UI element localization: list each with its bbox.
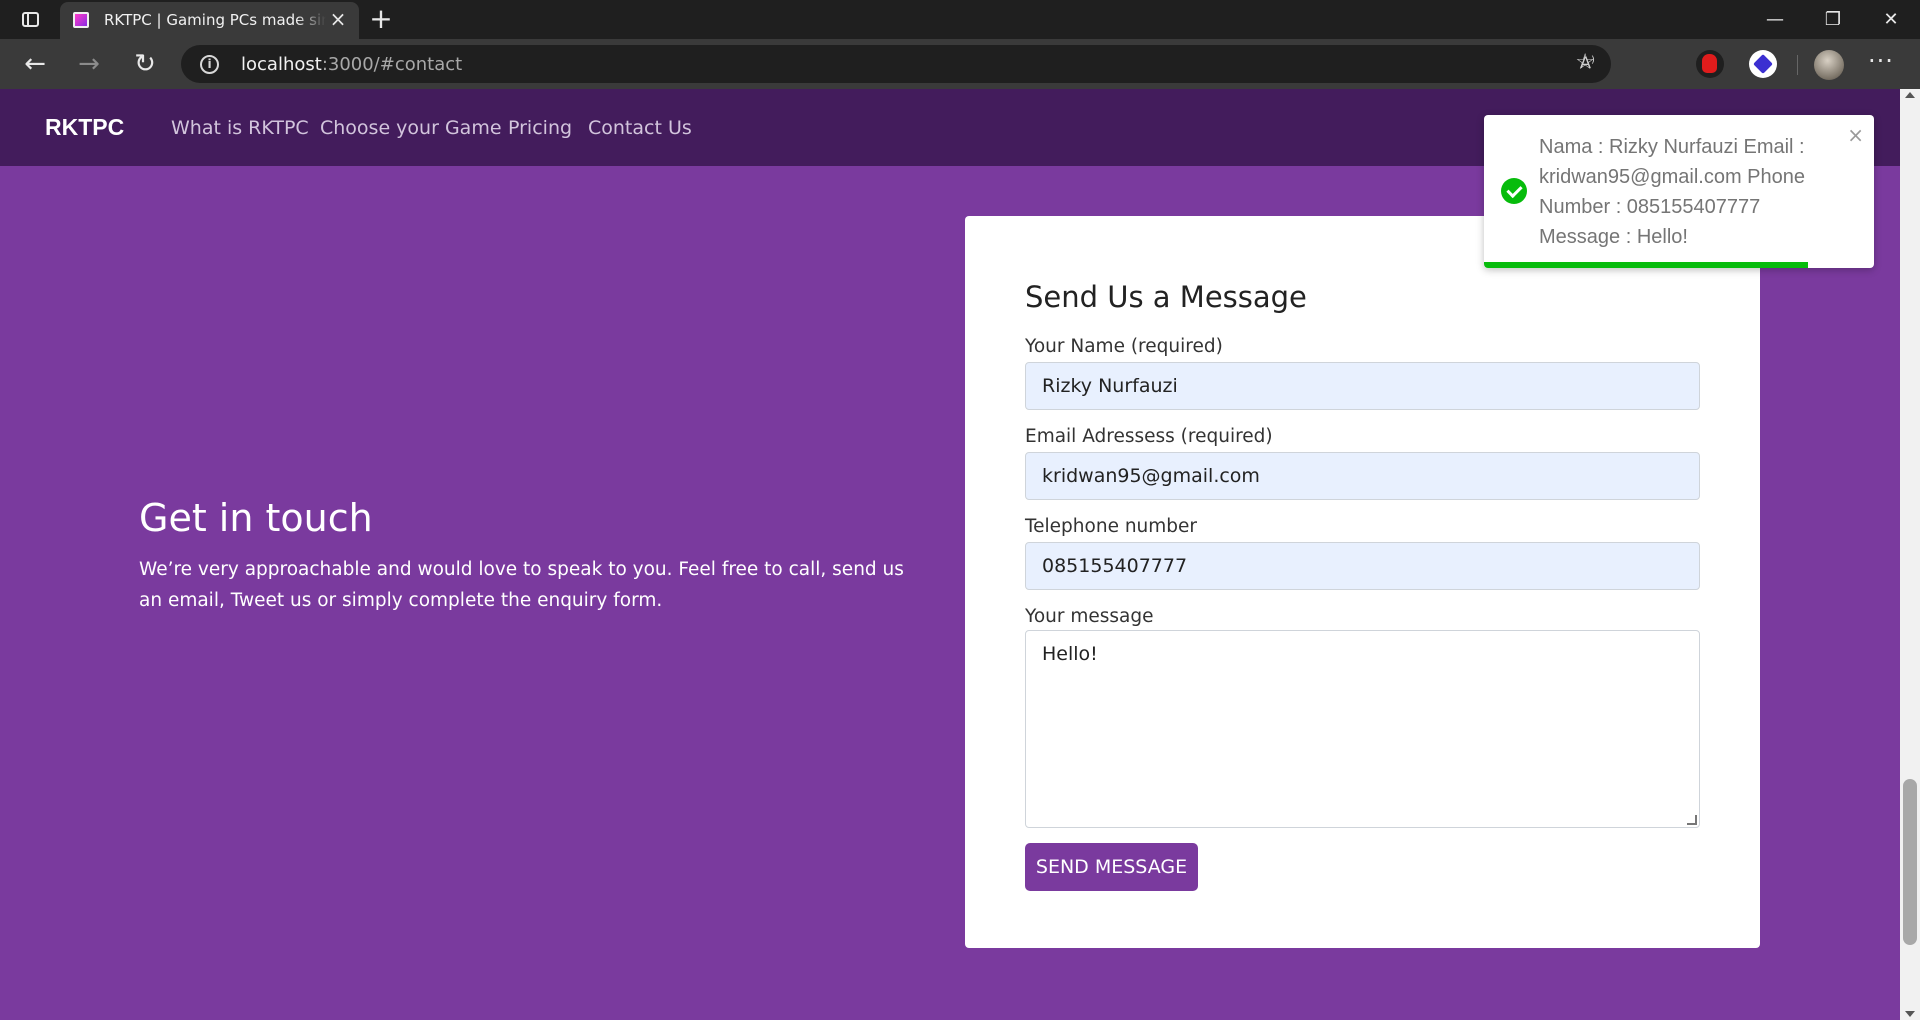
profile-avatar[interactable] [1814, 50, 1844, 80]
window-close-button[interactable]: ✕ [1862, 0, 1920, 39]
address-url[interactable]: localhost:3000/#contact [241, 54, 462, 75]
toast-close-icon[interactable]: × [1847, 125, 1864, 145]
toolbar-divider [1797, 55, 1798, 75]
contact-form-card: Send Us a Message Your Name (required) R… [965, 216, 1760, 948]
browser-toolbar: ← → ↻ i localhost:3000/#contact A⁾ ☆ ··· [0, 39, 1920, 89]
reload-button[interactable]: ↻ [127, 48, 163, 80]
scroll-down-icon[interactable] [1905, 1011, 1915, 1017]
scrollbar-thumb[interactable] [1903, 779, 1917, 945]
message-textarea[interactable]: Hello! [1025, 630, 1700, 828]
extension-icon[interactable] [1749, 50, 1777, 78]
contact-intro: Get in touch We’re very approachable and… [139, 496, 909, 616]
forward-button[interactable]: → [71, 48, 107, 80]
success-check-icon [1501, 178, 1527, 204]
intro-text: We’re very approachable and would love t… [139, 559, 904, 611]
nav-link-pricing[interactable]: Pricing [508, 117, 572, 139]
email-label: Email Adressess (required) [1025, 426, 1273, 447]
intro-heading: Get in touch [139, 496, 373, 540]
window-minimize-button[interactable]: — [1746, 0, 1804, 39]
settings-more-icon[interactable]: ··· [1868, 47, 1894, 75]
form-heading: Send Us a Message [1025, 280, 1307, 314]
window-restore-button[interactable]: ❐ [1804, 0, 1862, 39]
back-button[interactable]: ← [17, 48, 53, 80]
resize-handle-icon[interactable] [1687, 815, 1697, 825]
tab-close-icon[interactable]: × [327, 8, 349, 30]
nav-link-contact[interactable]: Contact Us [588, 117, 692, 139]
toast-message: Nama : Rizky Nurfauzi Email : kridwan95@… [1539, 136, 1805, 248]
address-bar[interactable]: i localhost:3000/#contact A⁾ ☆ [181, 45, 1611, 83]
browser-tab-bar: RKTPC | Gaming PCs made simple × + — ❐ ✕ [0, 0, 1920, 39]
email-input[interactable]: kridwan95@gmail.com [1025, 452, 1700, 500]
site-info-icon[interactable]: i [200, 55, 219, 74]
tab-actions-icon [22, 12, 39, 27]
url-path: :3000/#contact [321, 54, 463, 75]
nav-link-what-is[interactable]: What is RKTPC [171, 117, 309, 139]
nav-link-choose-game[interactable]: Choose your Game [320, 117, 502, 139]
name-label: Your Name (required) [1025, 336, 1223, 357]
toast-progress-bar [1484, 262, 1808, 268]
favorites-star-icon[interactable]: ☆ [1575, 50, 1595, 75]
message-text: Hello! [1042, 643, 1098, 665]
adblock-extension-icon[interactable] [1696, 50, 1724, 78]
phone-label: Telephone number [1025, 516, 1198, 537]
success-toast[interactable]: Nama : Rizky Nurfauzi Email : kridwan95@… [1484, 115, 1874, 268]
url-host: localhost [241, 54, 322, 75]
name-input[interactable]: Rizky Nurfauzi [1025, 362, 1700, 410]
new-tab-button[interactable]: + [367, 5, 395, 33]
scroll-up-icon[interactable] [1905, 92, 1915, 98]
tab-actions-button[interactable] [14, 7, 46, 33]
site-favicon-icon [73, 12, 89, 28]
send-message-button[interactable]: SEND MESSAGE [1025, 843, 1198, 891]
page-scrollbar[interactable] [1900, 89, 1920, 1020]
site-brand[interactable]: RKTPC [45, 114, 124, 141]
phone-input[interactable]: 085155407777 [1025, 542, 1700, 590]
message-label: Your message [1025, 606, 1154, 627]
tab-title: RKTPC | Gaming PCs made simple [104, 11, 326, 29]
page-viewport: RKTPC What is RKTPC Choose your Game Pri… [0, 89, 1920, 1020]
browser-tab-active[interactable]: RKTPC | Gaming PCs made simple × [60, 2, 359, 39]
